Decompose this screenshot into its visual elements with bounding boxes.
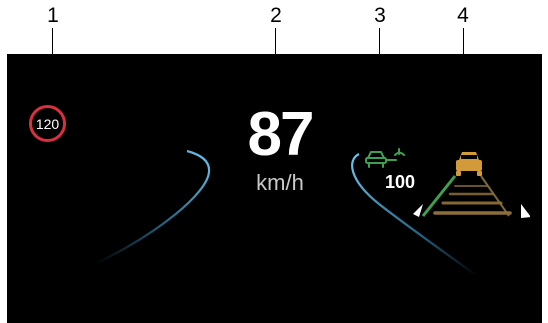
callout-4: 4 xyxy=(457,4,469,27)
vehicle-ahead-icon xyxy=(456,152,482,176)
callout-2: 2 xyxy=(270,4,282,27)
callout-1: 1 xyxy=(47,4,59,27)
speed-unit: km/h xyxy=(256,170,304,195)
lane-departure-line xyxy=(421,175,457,217)
current-speed: 87 xyxy=(247,100,315,169)
speed-limit-sign: 120 xyxy=(29,105,66,142)
right-lane-marker xyxy=(521,204,530,218)
hud-illustration: 1 2 3 4 120 87 km/h 100 xyxy=(0,0,548,323)
callout-3: 3 xyxy=(374,4,386,27)
lane-assist-road-icon xyxy=(413,152,530,218)
left-lane-line xyxy=(94,149,211,265)
speed-limit-value: 120 xyxy=(35,115,60,132)
left-lane-marker xyxy=(413,204,423,217)
head-up-display: 120 87 km/h 100 xyxy=(7,54,542,323)
